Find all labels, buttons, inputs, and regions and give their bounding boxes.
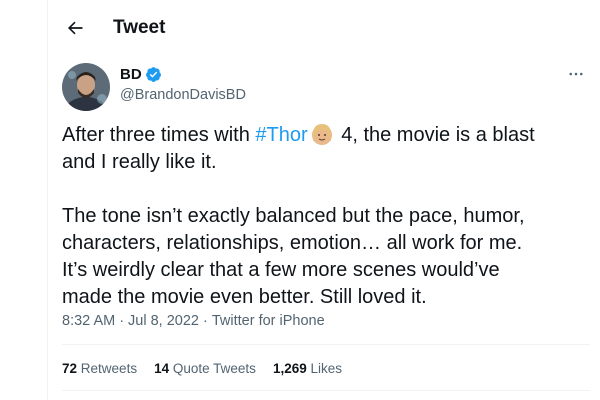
tweet-line: characters, relationships, emotion… all … bbox=[62, 232, 523, 254]
divider bbox=[62, 390, 590, 391]
tweet-text: After three times with #Thor 4, the movi… bbox=[62, 122, 592, 311]
tweet-line: After three times with #Thor 4, the movi… bbox=[62, 122, 592, 149]
tweet-time[interactable]: 8:32 AM bbox=[62, 313, 115, 329]
tweet-line: It’s weirdly clear that a few more scene… bbox=[62, 259, 500, 281]
retweets-stat[interactable]: 72 Retweets bbox=[62, 361, 137, 376]
tweet-stats: 72 Retweets 14 Quote Tweets 1,269 Likes bbox=[62, 361, 342, 376]
likes-label: Likes bbox=[310, 361, 343, 376]
tweet-line: made the movie even better. Still loved … bbox=[62, 286, 427, 308]
meta-separator: · bbox=[119, 313, 125, 329]
quote-tweets-stat[interactable]: 14 Quote Tweets bbox=[154, 361, 256, 376]
retweets-count: 72 bbox=[62, 361, 78, 376]
hashtag-link[interactable]: #Thor bbox=[255, 124, 307, 146]
tweet-column: Tweet BD @BrandonDavisBD After three tim… bbox=[47, 0, 600, 400]
tweet-metadata: 8:32 AM · Jul 8, 2022 · Twitter for iPho… bbox=[62, 313, 325, 329]
likes-stat[interactable]: 1,269 Likes bbox=[273, 361, 342, 376]
more-options-button[interactable] bbox=[564, 64, 588, 84]
page-title: Tweet bbox=[113, 17, 166, 38]
author-handle[interactable]: @BrandonDavisBD bbox=[120, 87, 246, 103]
verified-badge-icon bbox=[145, 66, 162, 83]
meta-separator: · bbox=[203, 313, 208, 329]
quote-tweets-label: Quote Tweets bbox=[172, 361, 256, 376]
retweets-label: Retweets bbox=[80, 361, 138, 376]
tweet-source[interactable]: Twitter for iPhone bbox=[212, 313, 325, 329]
avatar[interactable] bbox=[62, 63, 110, 111]
tweet-header: Tweet bbox=[48, 0, 600, 56]
tweet-line: and I really like it. bbox=[62, 151, 217, 173]
tweet-text-segment: 4, the movie is a blast bbox=[335, 124, 535, 146]
tweet-line: The tone isn’t exactly balanced but the … bbox=[62, 205, 525, 227]
tweet-date[interactable]: Jul 8, 2022 bbox=[128, 313, 199, 329]
likes-count: 1,269 bbox=[272, 361, 307, 376]
author-name[interactable]: BD bbox=[120, 66, 142, 83]
avatar-image bbox=[62, 63, 110, 111]
thor-hashflag-icon bbox=[311, 124, 332, 145]
back-button[interactable] bbox=[60, 13, 90, 43]
quote-tweets-count: 14 bbox=[154, 361, 170, 376]
more-horizontal-icon bbox=[569, 72, 583, 76]
tweet-text-segment: After three times with bbox=[62, 124, 256, 146]
arrow-left-icon bbox=[68, 21, 83, 35]
author-name-row: BD bbox=[120, 66, 162, 83]
divider bbox=[62, 344, 590, 345]
